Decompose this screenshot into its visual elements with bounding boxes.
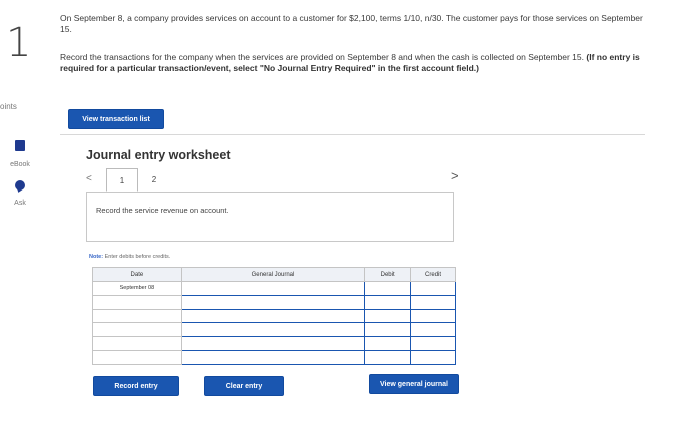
debit-field[interactable] — [364, 350, 412, 365]
general-journal-header: General Journal — [180, 267, 366, 282]
account-field[interactable] — [180, 350, 366, 365]
credit-header: Credit — [410, 267, 456, 282]
points-label: oints — [0, 102, 17, 111]
ebook-label: eBook — [10, 161, 30, 168]
table-row — [92, 294, 456, 310]
account-field[interactable] — [180, 308, 366, 324]
clear-entry-button[interactable]: Clear entry — [204, 376, 284, 396]
credit-field[interactable] — [410, 322, 456, 338]
table-row: September 08 — [92, 281, 456, 296]
credit-field[interactable] — [410, 281, 456, 296]
debit-field[interactable] — [364, 281, 412, 296]
date-cell — [92, 322, 182, 338]
chevron-left-icon[interactable]: < — [86, 173, 92, 184]
debit-field[interactable] — [364, 322, 412, 338]
note-prefix: Note: — [89, 254, 104, 260]
journal-table: Date General Journal Debit Credit Septem… — [92, 267, 456, 365]
journal-header-row: Date General Journal Debit Credit — [92, 267, 456, 282]
table-row — [92, 308, 456, 324]
question-number: 1 — [6, 20, 32, 66]
date-cell — [92, 308, 182, 324]
chevron-right-icon[interactable]: > — [451, 168, 459, 183]
chat-bubble-icon — [15, 180, 25, 190]
date-cell — [92, 336, 182, 352]
credit-field[interactable] — [410, 336, 456, 352]
ask-label: Ask — [14, 200, 26, 207]
entry-description: Record the service revenue on account. — [96, 206, 229, 215]
debit-header: Debit — [364, 267, 412, 282]
credit-field[interactable] — [410, 294, 456, 310]
date-cell — [92, 350, 182, 365]
book-icon — [15, 140, 25, 151]
worksheet-title: Journal entry worksheet — [86, 148, 231, 162]
account-field[interactable] — [180, 322, 366, 338]
table-row — [92, 322, 456, 338]
account-field[interactable] — [180, 336, 366, 352]
date-select[interactable]: September 08 — [92, 281, 182, 296]
record-entry-button[interactable]: Record entry — [93, 376, 179, 396]
account-field[interactable] — [180, 294, 366, 310]
date-header: Date — [92, 267, 182, 282]
table-row — [92, 336, 456, 352]
entry-note: Note: Enter debits before credits. — [89, 254, 170, 260]
debit-field[interactable] — [364, 294, 412, 310]
ebook-link[interactable]: eBook — [0, 140, 40, 171]
note-text: Enter debits before credits. — [103, 254, 171, 260]
instructions-text: Record the transactions for the company … — [60, 52, 584, 62]
debit-field[interactable] — [364, 336, 412, 352]
question-text: On September 8, a company provides servi… — [60, 13, 643, 34]
table-row — [92, 350, 456, 365]
divider — [60, 134, 645, 135]
instructions: Record the transactions for the company … — [60, 52, 645, 74]
credit-field[interactable] — [410, 308, 456, 324]
ask-link[interactable]: Ask — [0, 180, 40, 210]
page-tab-2[interactable]: 2 — [138, 168, 170, 192]
date-cell — [92, 294, 182, 310]
view-transaction-list-button[interactable]: View transaction list — [68, 109, 164, 129]
debit-field[interactable] — [364, 308, 412, 324]
view-general-journal-button[interactable]: View general journal — [369, 374, 459, 394]
entry-description-box — [86, 192, 454, 242]
credit-field[interactable] — [410, 350, 456, 365]
page-tab-1[interactable]: 1 — [106, 168, 138, 192]
account-field[interactable] — [180, 281, 366, 296]
